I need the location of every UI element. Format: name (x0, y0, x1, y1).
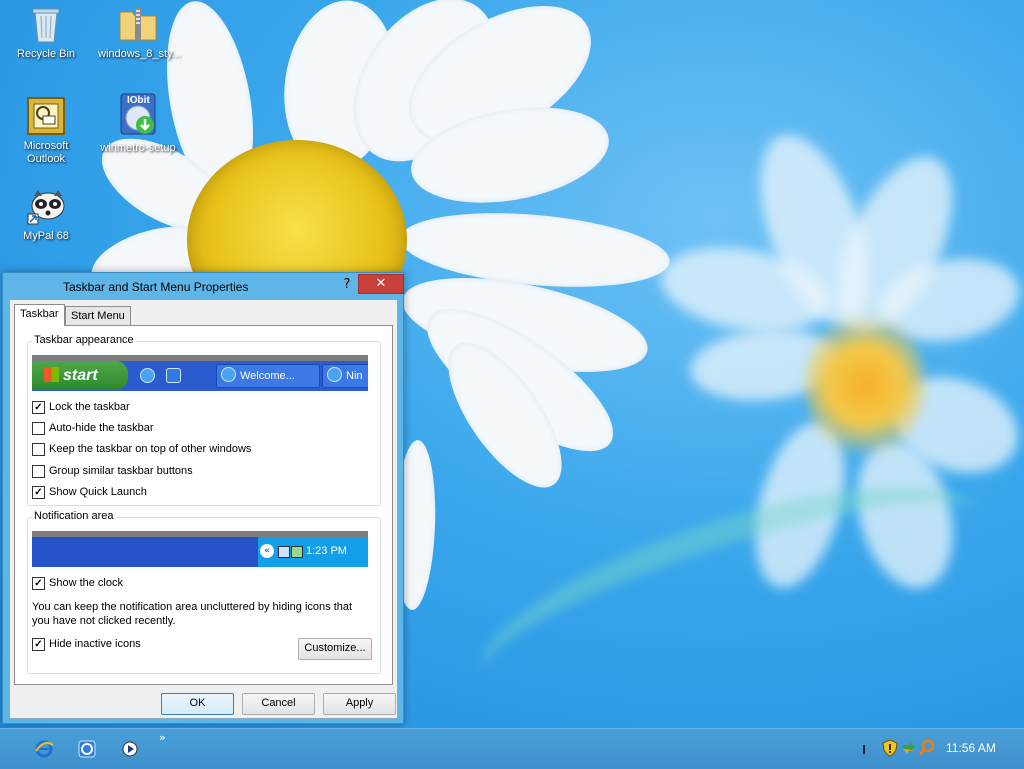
dialog-title: Taskbar and Start Menu Properties (63, 280, 249, 294)
ie-icon (327, 367, 342, 382)
checkbox-box[interactable]: ✓ (32, 637, 45, 651)
tray-overflow-icon[interactable] (862, 743, 868, 755)
checkbox-label: Show Quick Launch (49, 486, 147, 498)
help-button[interactable]: ? (337, 275, 357, 295)
desktop-icon-zip-folder[interactable]: windows_8_sty... (98, 4, 181, 61)
checkbox-box[interactable] (32, 464, 45, 478)
customize-button[interactable]: Customize... (298, 638, 372, 660)
checkbox-label: Group similar taskbar buttons (49, 465, 193, 477)
tray-app-icon (291, 546, 303, 558)
taskbar-preview-start-button: start (32, 361, 128, 390)
cancel-button[interactable]: Cancel (242, 693, 315, 715)
update-arrows-icon[interactable] (900, 739, 920, 759)
dialog-client-area: Taskbar Start Menu Taskbar appearance st… (9, 299, 398, 719)
checkbox-label: Auto-hide the taskbar (49, 422, 154, 434)
iobit-logo-text: IObit (127, 95, 150, 106)
checkbox-box[interactable]: ✓ (32, 576, 45, 590)
checkbox-label: Hide inactive icons (49, 638, 141, 650)
taskbar-appearance-label: Taskbar appearance (32, 334, 136, 346)
checkbox-show-quick-launch[interactable]: ✓ Show Quick Launch (32, 484, 147, 500)
close-button[interactable]: ✕ (358, 274, 404, 294)
tab-taskbar[interactable]: Taskbar (14, 304, 65, 326)
tab-panel-taskbar: Taskbar appearance start Welcome... Nin (14, 325, 393, 685)
media-player-icon[interactable] (120, 739, 140, 759)
chevron-left-icon: « (260, 544, 274, 558)
checkbox-box[interactable]: ✓ (32, 485, 45, 499)
taskbar-properties-dialog: Taskbar and Start Menu Properties ? ✕ Ta… (2, 272, 404, 724)
ie-icon[interactable] (34, 739, 54, 759)
taskbar-preview-button: Nin (322, 364, 368, 388)
search-magnifier-icon[interactable] (918, 739, 938, 759)
desktop-icon-winmetro-setup[interactable]: IObit winmetro-setup (98, 92, 178, 155)
windows-taskbar: » 11:56 AM (0, 728, 1024, 769)
desktop-icon-recycle-bin[interactable]: Recycle Bin (6, 4, 86, 61)
checkbox-keep-on-top[interactable]: Keep the taskbar on top of other windows (32, 441, 251, 457)
desktop-icon-label: windows_8_sty... (98, 48, 181, 60)
notification-description: You can keep the notification area unclu… (32, 601, 353, 627)
zip-folder-icon (118, 4, 158, 44)
browser-icon[interactable] (77, 739, 97, 759)
taskbar-preview: start Welcome... Nin (32, 355, 368, 391)
desktop-icon-label: winmetro-setup (100, 142, 176, 154)
ie-icon (221, 367, 236, 382)
iobit-installer-icon: IObit (115, 92, 161, 138)
dialog-titlebar[interactable]: Taskbar and Start Menu Properties ? ✕ (3, 273, 404, 299)
quick-launch-browser-icon (166, 368, 181, 383)
mypal-raccoon-icon (26, 186, 66, 226)
windows-flag-icon (44, 367, 59, 382)
checkbox-show-clock[interactable]: ✓ Show the clock (32, 575, 123, 591)
ok-button[interactable]: OK (161, 693, 234, 715)
taskbar-clock[interactable]: 11:56 AM (946, 741, 996, 755)
apply-button[interactable]: Apply (323, 693, 396, 715)
taskbar-preview-button-label: Welcome... (240, 370, 295, 382)
checkbox-label: Show the clock (49, 577, 123, 589)
desktop-icon-label: MyPal 68 (23, 230, 69, 242)
checkbox-box[interactable] (32, 442, 45, 456)
desktop-icon-outlook[interactable]: Microsoft Outlook (6, 96, 86, 166)
notification-preview: « 1:23 PM (32, 531, 368, 567)
recycle-bin-icon (26, 4, 66, 44)
outlook-icon (26, 96, 66, 136)
desktop-icon-mypal[interactable]: MyPal 68 (6, 186, 86, 243)
taskbar-appearance-group: Taskbar appearance start Welcome... Nin (27, 334, 381, 506)
desktop-icon-label: Recycle Bin (16, 48, 76, 60)
security-shield-icon[interactable] (882, 739, 902, 759)
tab-start-menu[interactable]: Start Menu (65, 306, 131, 326)
taskbar-preview-button-label: Nin (346, 370, 363, 382)
quick-launch-ie-icon (140, 368, 155, 383)
network-icon (278, 546, 290, 558)
flower-center-blurred (805, 310, 925, 460)
notification-area-label: Notification area (32, 510, 116, 522)
notification-preview-time: 1:23 PM (306, 545, 347, 557)
checkbox-auto-hide[interactable]: Auto-hide the taskbar (32, 420, 154, 436)
checkbox-box[interactable] (32, 421, 45, 435)
taskbar-preview-button: Welcome... (216, 364, 320, 388)
checkbox-hide-inactive[interactable]: ✓ Hide inactive icons (32, 636, 141, 652)
quick-launch-chevron[interactable]: » (159, 731, 166, 744)
checkbox-lock-taskbar[interactable]: ✓ Lock the taskbar (32, 399, 130, 415)
checkbox-label: Lock the taskbar (49, 401, 130, 413)
desktop-icon-label: Microsoft Outlook (23, 140, 69, 165)
checkbox-label: Keep the taskbar on top of other windows (49, 443, 252, 455)
notification-preview-tray: « 1:23 PM (258, 537, 368, 567)
notification-area-group: Notification area « 1:23 PM ✓ Show the cl… (27, 510, 381, 674)
checkbox-box[interactable]: ✓ (32, 400, 45, 414)
checkbox-group-buttons[interactable]: Group similar taskbar buttons (32, 463, 193, 479)
start-label: start (63, 367, 98, 384)
